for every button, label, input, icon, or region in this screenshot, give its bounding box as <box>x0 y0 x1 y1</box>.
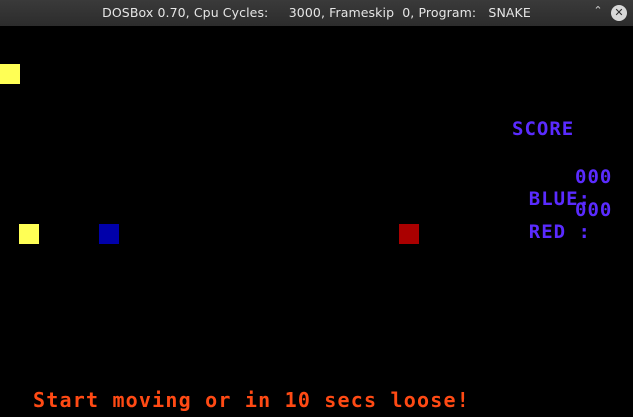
close-icon[interactable]: ✕ <box>611 5 627 21</box>
window-titlebar[interactable]: DOSBox 0.70, Cpu Cycles: 3000, Frameskip… <box>0 0 633 26</box>
red-score-label: RED : <box>528 221 591 243</box>
blue-snake-head <box>99 224 119 244</box>
red-score-value: 000 <box>575 199 613 221</box>
yellow-food-block <box>0 64 20 84</box>
game-screen[interactable]: SCORE BLUE: 000 RED : 000 Start moving o… <box>0 26 633 417</box>
yellow-food-block <box>19 224 39 244</box>
score-title: SCORE <box>512 118 575 140</box>
chevron-up-icon[interactable]: ⌃ <box>589 2 607 20</box>
red-score-row: RED : 000 <box>479 199 612 287</box>
blue-score-value: 000 <box>575 166 613 188</box>
start-warning-text: Start moving or in 10 secs loose! <box>33 388 470 412</box>
red-snake-head <box>399 224 419 244</box>
window-title: DOSBox 0.70, Cpu Cycles: 3000, Frameskip… <box>102 5 531 20</box>
